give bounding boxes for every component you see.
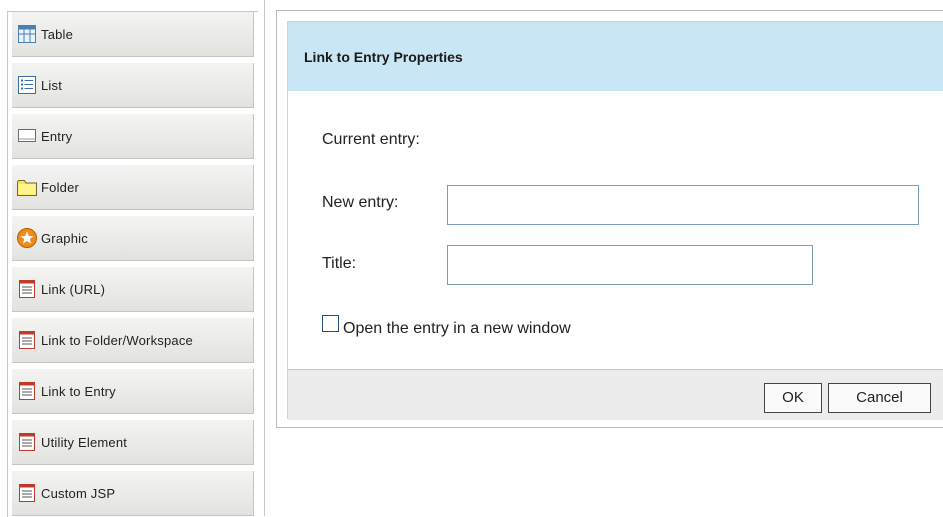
palette-item-link-folder-workspace[interactable]: Link to Folder/Workspace <box>12 318 254 363</box>
link-folder-icon <box>17 330 37 350</box>
palette-item-label: Folder <box>41 179 80 195</box>
palette-item-label: Custom JSP <box>41 485 116 501</box>
cancel-button[interactable]: Cancel <box>828 383 931 413</box>
new-window-label[interactable]: Open the entry in a new window <box>343 320 571 338</box>
current-entry-label: Current entry: <box>322 131 420 148</box>
new-entry-input[interactable] <box>447 185 919 225</box>
palette-item-label: Graphic <box>41 230 88 246</box>
link-entry-icon <box>17 381 37 401</box>
palette-item-label: Utility Element <box>41 434 128 450</box>
palette-list: Table List Entry Folder Graphic Link (UR… <box>7 11 258 517</box>
palette-item-link-to-entry[interactable]: Link to Entry <box>12 369 254 414</box>
folder-icon <box>17 177 37 197</box>
entry-icon <box>17 126 37 146</box>
palette-item-label: List <box>41 77 63 93</box>
new-entry-label: New entry: <box>322 194 399 211</box>
link-to-entry-dialog: Link to Entry Properties Current entry: … <box>276 10 943 428</box>
graphic-icon <box>17 228 37 248</box>
table-icon <box>17 24 37 44</box>
link-url-icon <box>17 279 37 299</box>
palette-item-label: Link (URL) <box>41 281 106 297</box>
dialog-footer: OK Cancel <box>288 369 943 420</box>
list-icon <box>17 75 37 95</box>
palette-item-entry[interactable]: Entry <box>12 114 254 159</box>
palette-item-table[interactable]: Table <box>12 12 254 57</box>
palette-item-label: Entry <box>41 128 73 144</box>
palette-item-custom-jsp[interactable]: Custom JSP <box>12 471 254 516</box>
dialog-header: Link to Entry Properties <box>288 22 943 91</box>
palette-item-folder[interactable]: Folder <box>12 165 254 210</box>
ok-button[interactable]: OK <box>764 383 822 413</box>
palette-item-link-url[interactable]: Link (URL) <box>12 267 254 312</box>
palette-item-label: Link to Entry <box>41 383 116 399</box>
palette-item-list[interactable]: List <box>12 63 254 108</box>
title-input[interactable] <box>447 245 813 285</box>
utility-element-icon <box>17 432 37 452</box>
palette-item-graphic[interactable]: Graphic <box>12 216 254 261</box>
custom-jsp-icon <box>17 483 37 503</box>
palette-item-utility-element[interactable]: Utility Element <box>12 420 254 465</box>
dialog-title: Link to Entry Properties <box>304 49 463 65</box>
title-label: Title: <box>322 255 357 272</box>
palette-panel: Table List Entry Folder Graphic Link (UR… <box>0 0 265 517</box>
palette-item-label: Table <box>41 26 74 42</box>
dialog-body: Link to Entry Properties Current entry: … <box>287 21 943 420</box>
palette-item-label: Link to Folder/Workspace <box>41 332 193 348</box>
new-window-checkbox[interactable] <box>322 315 339 332</box>
